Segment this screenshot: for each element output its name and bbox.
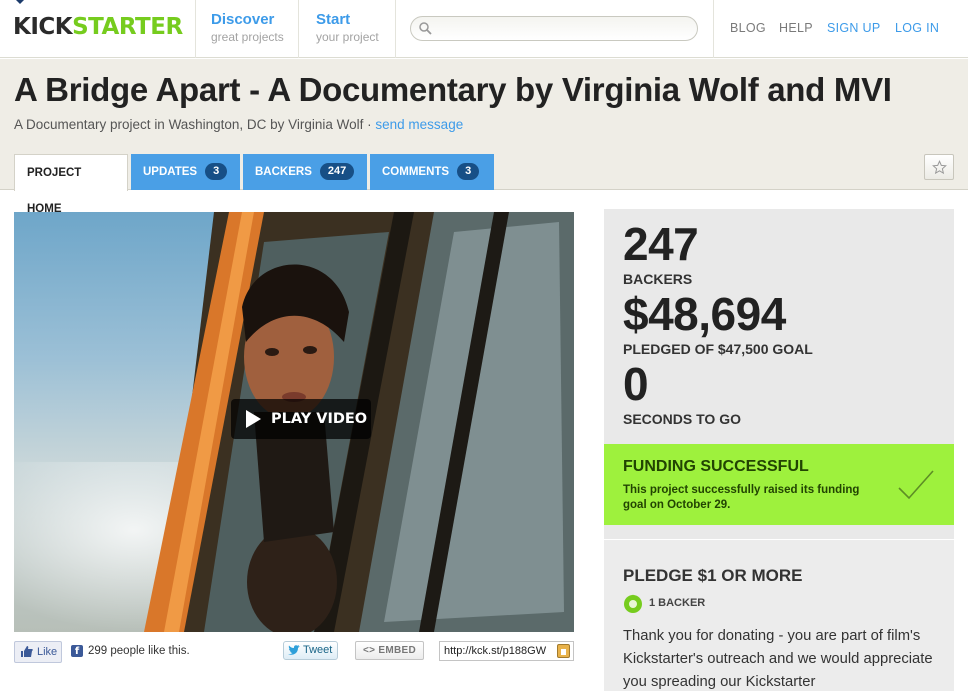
nav-divider — [298, 0, 299, 58]
time-remaining-value: 0 — [623, 358, 649, 410]
backers-count-badge: 247 — [319, 163, 355, 180]
project-header: A Bridge Apart - A Documentary by Virgin… — [0, 59, 968, 215]
like-count-text: 299 people like this. — [88, 645, 190, 657]
pledged-label: PLEDGED OF $47,500 GOAL — [623, 341, 813, 357]
remind-me-star-button[interactable] — [924, 154, 954, 180]
nav-divider — [395, 0, 396, 58]
blog-link[interactable]: BLOG — [730, 21, 766, 35]
play-video-label: PLAY VIDEO — [271, 411, 368, 427]
backer-badge-icon — [624, 594, 642, 613]
backers-label: BACKERS — [623, 271, 693, 287]
nav-divider — [713, 0, 714, 58]
funding-message: This project successfully raised its fun… — [623, 484, 860, 511]
project-video[interactable]: PLAY VIDEO — [14, 212, 574, 632]
discover-label: Discover — [211, 11, 275, 28]
tweet-button[interactable]: Tweet — [283, 641, 338, 660]
project-subtitle: A Documentary project in Washington, DC … — [14, 117, 463, 132]
time-remaining-label: SECONDS TO GO — [623, 411, 741, 427]
pledged-amount: $48,694 — [623, 288, 786, 340]
kickstarter-logo[interactable]: KICKSTARTER — [13, 14, 183, 40]
tab-updates[interactable]: UPDATES 3 — [131, 154, 240, 190]
tab-project-home[interactable]: PROJECT HOME — [14, 154, 128, 215]
short-url-text: http://kck.st/p188GW — [444, 645, 547, 657]
embed-button[interactable]: <> EMBED — [355, 641, 424, 660]
project-title: A Bridge Apart - A Documentary by Virgin… — [14, 71, 892, 108]
comments-count-badge: 3 — [457, 163, 480, 180]
start-label: Start — [316, 11, 351, 28]
facebook-icon: f — [71, 645, 83, 657]
top-navigation: KICKSTARTER Discover great projects Star… — [0, 0, 968, 58]
nav-divider — [195, 0, 196, 58]
reward-backer-count: 1 BACKER — [649, 597, 706, 609]
play-video-button[interactable]: PLAY VIDEO — [231, 399, 371, 439]
search-icon — [419, 22, 432, 35]
tweet-label: Tweet — [303, 644, 333, 656]
discover-sublabel: great projects — [211, 30, 284, 44]
updates-count-badge: 3 — [205, 163, 228, 180]
sign-up-link[interactable]: SIGN UP — [827, 21, 881, 35]
tab-label: COMMENTS — [382, 166, 450, 178]
discover-nav-link[interactable]: Discover great projects — [211, 11, 284, 44]
tab-label: UPDATES — [143, 166, 198, 178]
star-icon — [932, 160, 947, 175]
start-sublabel: your project — [316, 30, 379, 44]
log-in-link[interactable]: LOG IN — [895, 21, 939, 35]
search-input[interactable] — [437, 20, 687, 37]
clipboard-icon[interactable] — [557, 644, 570, 658]
start-nav-link[interactable]: Start your project — [316, 11, 379, 44]
tab-comments[interactable]: COMMENTS 3 — [370, 154, 494, 190]
funding-status: FUNDING SUCCESSFUL — [623, 458, 809, 475]
funding-success-banner: FUNDING SUCCESSFUL This project successf… — [604, 444, 954, 525]
reward-description: Thank you for donating - you are part of… — [623, 628, 933, 690]
facebook-like-button[interactable]: Like — [14, 641, 62, 663]
like-label: Like — [37, 646, 58, 658]
checkmark-icon — [898, 470, 934, 500]
tab-backers[interactable]: BACKERS 247 — [243, 154, 367, 190]
reward-tier[interactable]: PLEDGE $1 OR MORE 1 BACKER Thank you for… — [604, 540, 954, 691]
help-link[interactable]: HELP — [779, 21, 813, 35]
reward-title: PLEDGE $1 OR MORE — [623, 566, 803, 585]
tab-label: PROJECT HOME — [27, 167, 82, 215]
play-icon — [246, 410, 261, 428]
send-message-link[interactable]: send message — [375, 117, 463, 132]
twitter-bird-icon — [288, 645, 300, 655]
tab-label: BACKERS — [255, 166, 312, 178]
thumbs-up-icon — [21, 646, 33, 657]
search-box[interactable] — [410, 16, 698, 41]
kickstarter-flag-icon — [16, 0, 24, 4]
backers-count: 247 — [623, 218, 699, 270]
project-byline: A Documentary project in Washington, DC … — [14, 117, 376, 132]
short-url-field[interactable]: http://kck.st/p188GW — [439, 641, 574, 661]
